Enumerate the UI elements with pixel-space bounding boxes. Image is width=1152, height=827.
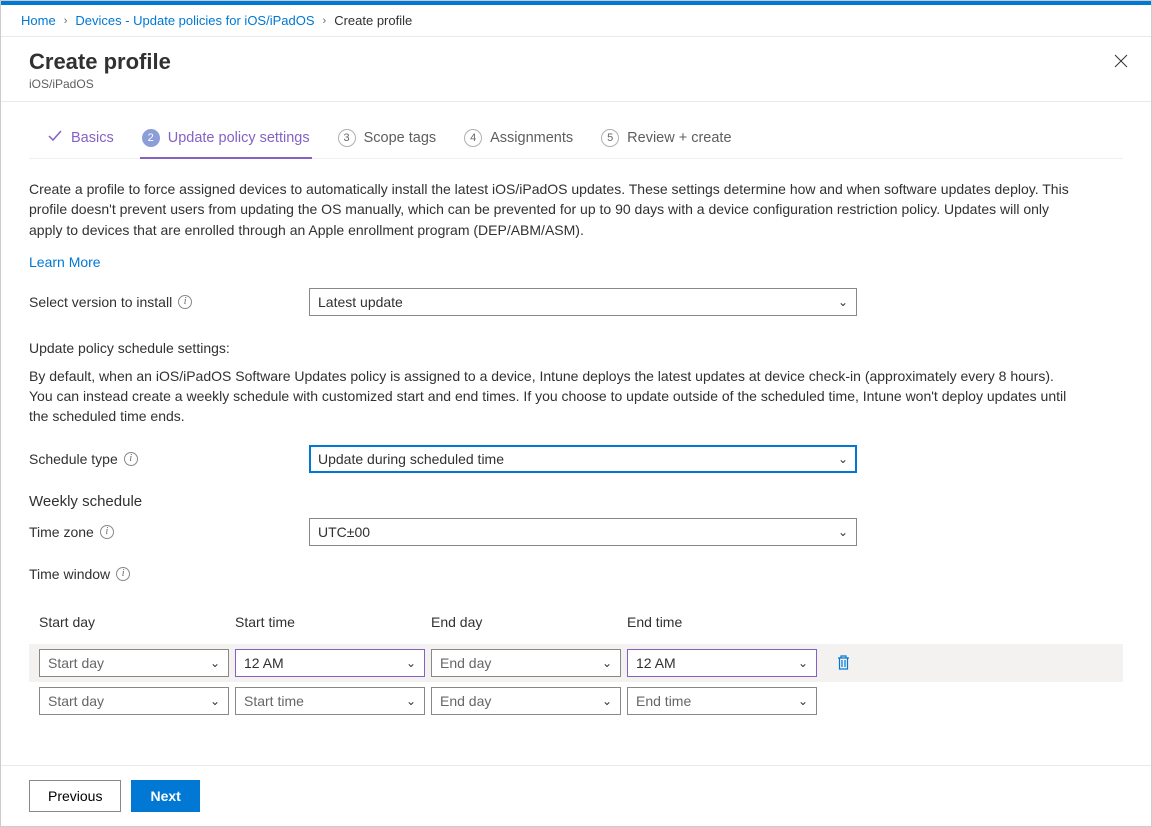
label-time-window: Time window i (29, 566, 1123, 582)
learn-more-link[interactable]: Learn More (29, 254, 101, 270)
label-text: Time zone (29, 524, 94, 540)
step-number: 5 (601, 129, 619, 147)
intro-text: Create a profile to force assigned devic… (29, 159, 1069, 240)
trash-icon (836, 655, 851, 671)
schedule-settings-heading: Update policy schedule settings: (29, 340, 1123, 356)
label-schedule-type: Schedule type i (29, 451, 309, 467)
col-end-time: End time (627, 614, 817, 630)
schedule-settings-desc: By default, when an iOS/iPadOS Software … (29, 366, 1069, 427)
check-icon (47, 128, 63, 148)
chevron-down-icon: ⌄ (406, 656, 416, 670)
select-value: End time (636, 693, 691, 709)
breadcrumb-home[interactable]: Home (21, 13, 56, 28)
label-version: Select version to install i (29, 294, 309, 310)
chevron-down-icon: ⌄ (838, 525, 848, 539)
select-timezone[interactable]: UTC±00 ⌄ (309, 518, 857, 546)
tab-review-create[interactable]: 5 Review + create (599, 122, 733, 158)
tab-scope-tags[interactable]: 3 Scope tags (336, 122, 439, 158)
label-text: Time window (29, 566, 110, 582)
tab-label: Assignments (490, 130, 573, 146)
table-header: Start day Start time End day End time (29, 610, 1123, 644)
tab-label: Scope tags (364, 130, 437, 146)
delete-row-button[interactable] (823, 655, 863, 671)
select-end-day[interactable]: End day ⌄ (431, 649, 621, 677)
col-end-day: End day (431, 614, 621, 630)
info-icon[interactable]: i (116, 567, 130, 581)
row-timezone: Time zone i UTC±00 ⌄ (29, 518, 1123, 546)
select-version[interactable]: Latest update ⌄ (309, 288, 857, 316)
select-value: Start time (244, 693, 304, 709)
select-value: 12 AM (636, 655, 676, 671)
breadcrumb-devices[interactable]: Devices - Update policies for iOS/iPadOS (75, 13, 314, 28)
select-start-day[interactable]: Start day ⌄ (39, 687, 229, 715)
chevron-down-icon: ⌄ (798, 694, 808, 708)
chevron-right-icon: › (323, 15, 327, 27)
page-title: Create profile (29, 49, 1123, 75)
select-value: End day (440, 655, 491, 671)
step-number: 2 (142, 129, 160, 147)
next-button[interactable]: Next (131, 780, 199, 812)
content-area: Basics 2 Update policy settings 3 Scope … (1, 102, 1151, 720)
select-end-time[interactable]: End time ⌄ (627, 687, 817, 715)
select-value: Start day (48, 693, 104, 709)
wizard-tabs: Basics 2 Update policy settings 3 Scope … (29, 102, 1123, 159)
tab-update-policy[interactable]: 2 Update policy settings (140, 122, 312, 159)
table-row: Start day ⌄ Start time ⌄ End day ⌄ End t… (29, 682, 1123, 720)
chevron-down-icon: ⌄ (838, 452, 848, 466)
chevron-down-icon: ⌄ (798, 656, 808, 670)
label-text: Schedule type (29, 451, 118, 467)
chevron-down-icon: ⌄ (210, 656, 220, 670)
page-subtitle: iOS/iPadOS (29, 77, 1123, 91)
select-value: End day (440, 693, 491, 709)
info-icon[interactable]: i (100, 525, 114, 539)
select-start-time[interactable]: 12 AM ⌄ (235, 649, 425, 677)
chevron-down-icon: ⌄ (602, 656, 612, 670)
select-start-day[interactable]: Start day ⌄ (39, 649, 229, 677)
select-value: Latest update (318, 294, 403, 310)
select-value: UTC±00 (318, 524, 370, 540)
step-number: 3 (338, 129, 356, 147)
tab-label: Basics (71, 130, 114, 146)
row-version: Select version to install i Latest updat… (29, 288, 1123, 316)
info-icon[interactable]: i (124, 452, 138, 466)
time-window-table: Start day Start time End day End time St… (29, 610, 1123, 720)
table-row: Start day ⌄ 12 AM ⌄ End day ⌄ 12 AM ⌄ (29, 644, 1123, 682)
chevron-down-icon: ⌄ (602, 694, 612, 708)
label-text: Select version to install (29, 294, 172, 310)
select-value: 12 AM (244, 655, 284, 671)
chevron-down-icon: ⌄ (210, 694, 220, 708)
info-icon[interactable]: i (178, 295, 192, 309)
wizard-footer: Previous Next (1, 765, 1151, 826)
chevron-right-icon: › (64, 15, 68, 27)
breadcrumb: Home › Devices - Update policies for iOS… (1, 5, 1151, 37)
tab-basics[interactable]: Basics (45, 122, 116, 158)
select-end-day[interactable]: End day ⌄ (431, 687, 621, 715)
select-value: Start day (48, 655, 104, 671)
breadcrumb-current: Create profile (334, 13, 412, 28)
close-icon (1114, 54, 1128, 68)
previous-button[interactable]: Previous (29, 780, 121, 812)
tab-label: Update policy settings (168, 130, 310, 146)
select-start-time[interactable]: Start time ⌄ (235, 687, 425, 715)
label-timezone: Time zone i (29, 524, 309, 540)
step-number: 4 (464, 129, 482, 147)
chevron-down-icon: ⌄ (406, 694, 416, 708)
col-start-day: Start day (39, 614, 229, 630)
close-button[interactable] (1111, 51, 1131, 71)
weekly-schedule-heading: Weekly schedule (29, 493, 1123, 510)
select-value: Update during scheduled time (318, 451, 504, 467)
select-end-time[interactable]: 12 AM ⌄ (627, 649, 817, 677)
row-schedule-type: Schedule type i Update during scheduled … (29, 445, 1123, 473)
select-schedule-type[interactable]: Update during scheduled time ⌄ (309, 445, 857, 473)
chevron-down-icon: ⌄ (838, 295, 848, 309)
page-header: Create profile iOS/iPadOS (1, 37, 1151, 102)
tab-assignments[interactable]: 4 Assignments (462, 122, 575, 158)
col-start-time: Start time (235, 614, 425, 630)
tab-label: Review + create (627, 130, 731, 146)
